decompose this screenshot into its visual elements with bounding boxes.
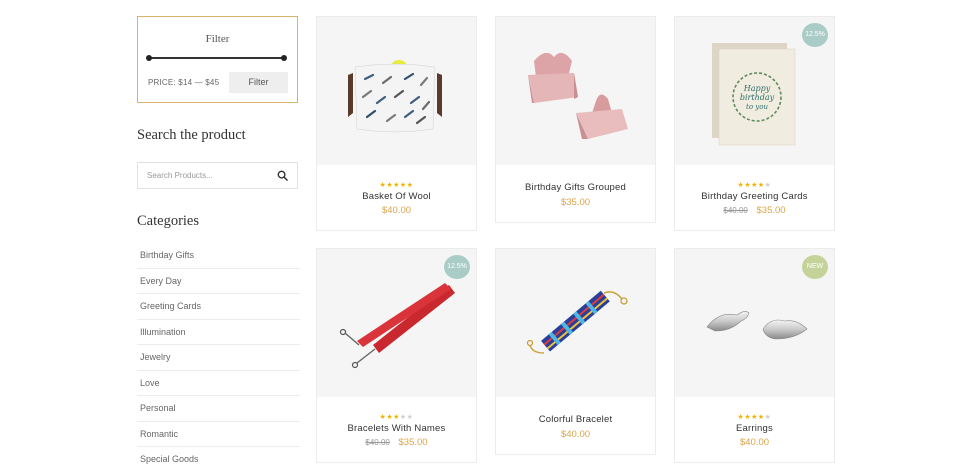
new-badge: NEW [802, 255, 828, 279]
product-image[interactable] [317, 17, 476, 165]
product-name[interactable]: Birthday Greeting Cards [675, 191, 834, 202]
current-price: $40.00 [560, 429, 591, 440]
svg-text:birthday: birthday [740, 93, 775, 102]
product-price: $40.00 $35.00 [675, 205, 834, 216]
svg-text:Happy: Happy [743, 84, 771, 93]
product-name[interactable]: Colorful Bracelet [496, 414, 655, 425]
wool-basket-image [348, 60, 442, 133]
price-slider-min-handle[interactable] [146, 55, 152, 61]
product-price: $40.00 [675, 437, 834, 448]
rating-stars: ★★★★★ [379, 414, 414, 421]
product-card[interactable]: Birthday Gifts Grouped $35.00 [495, 16, 656, 223]
sale-badge: 12.5% [802, 23, 828, 47]
search-input[interactable] [147, 163, 272, 188]
product-card[interactable]: Colorful Bracelet $40.00 [495, 248, 656, 455]
product-card[interactable]: 12.5% ★★★★★ Bracelets With Names $40.00 … [316, 248, 477, 463]
product-name[interactable]: Earrings [675, 423, 834, 434]
current-price: $35.00 [560, 197, 591, 208]
product-price: $40.00 [496, 429, 655, 440]
product-image[interactable] [496, 17, 655, 165]
rating-stars: ★★★★★ [379, 182, 414, 189]
product-price: $35.00 [496, 197, 655, 208]
pink-gift-boxes-image [528, 52, 628, 139]
current-price: $35.00 [756, 205, 786, 216]
search-icon[interactable] [277, 170, 288, 181]
product-name[interactable]: Birthday Gifts Grouped [496, 182, 655, 193]
product-image[interactable] [496, 249, 655, 397]
category-item[interactable]: Personal [137, 396, 300, 422]
product-card[interactable]: Happy birthday to you 12.5% ★★★★★ Birthd… [674, 16, 835, 231]
category-item[interactable]: Birthday Gifts [137, 243, 300, 269]
rating-stars: ★★★★★ [737, 182, 772, 189]
category-item[interactable]: Love [137, 371, 300, 396]
category-item[interactable]: Every Day [137, 269, 300, 294]
old-price: $40.00 [365, 438, 390, 447]
rating-stars: ★★★★★ [737, 414, 772, 421]
product-name[interactable]: Basket Of Wool [317, 191, 476, 202]
product-card[interactable]: NEW ★★★★★ Earrings $40.00 [674, 248, 835, 463]
category-item[interactable]: Greeting Cards [137, 294, 300, 320]
price-range-text: PRICE: $14 — $45 [148, 78, 220, 87]
filter-title: Filter [205, 33, 230, 45]
product-card[interactable]: ★★★★★ Basket Of Wool $40.00 [316, 16, 477, 231]
category-item[interactable]: Jewelry [137, 345, 300, 371]
category-item[interactable]: Romantic [137, 422, 300, 447]
sale-badge: 12.5% [444, 255, 470, 279]
category-item[interactable]: Special Goods [137, 447, 300, 471]
product-price: $40.00 [317, 205, 476, 216]
beaded-bracelet-image [526, 290, 628, 354]
current-price: $40.00 [381, 205, 412, 216]
category-list: Birthday Gifts Every Day Greeting Cards … [137, 243, 300, 471]
price-slider-max-handle[interactable] [281, 55, 287, 61]
old-price: $40.00 [723, 206, 748, 215]
search-box [137, 162, 298, 189]
filter-button[interactable]: Filter [229, 72, 288, 93]
product-price: $40.00 $35.00 [317, 437, 476, 448]
price-slider-track[interactable] [148, 57, 285, 59]
search-heading: Search the product [137, 127, 246, 143]
categories-heading: Categories [137, 213, 200, 229]
category-item[interactable]: Illumination [137, 320, 300, 345]
svg-text:to you: to you [746, 103, 768, 111]
current-price: $35.00 [398, 437, 428, 448]
price-filter-widget: Filter PRICE: $14 — $45 Filter [137, 16, 298, 103]
product-name[interactable]: Bracelets With Names [317, 423, 476, 434]
current-price: $40.00 [739, 437, 770, 448]
